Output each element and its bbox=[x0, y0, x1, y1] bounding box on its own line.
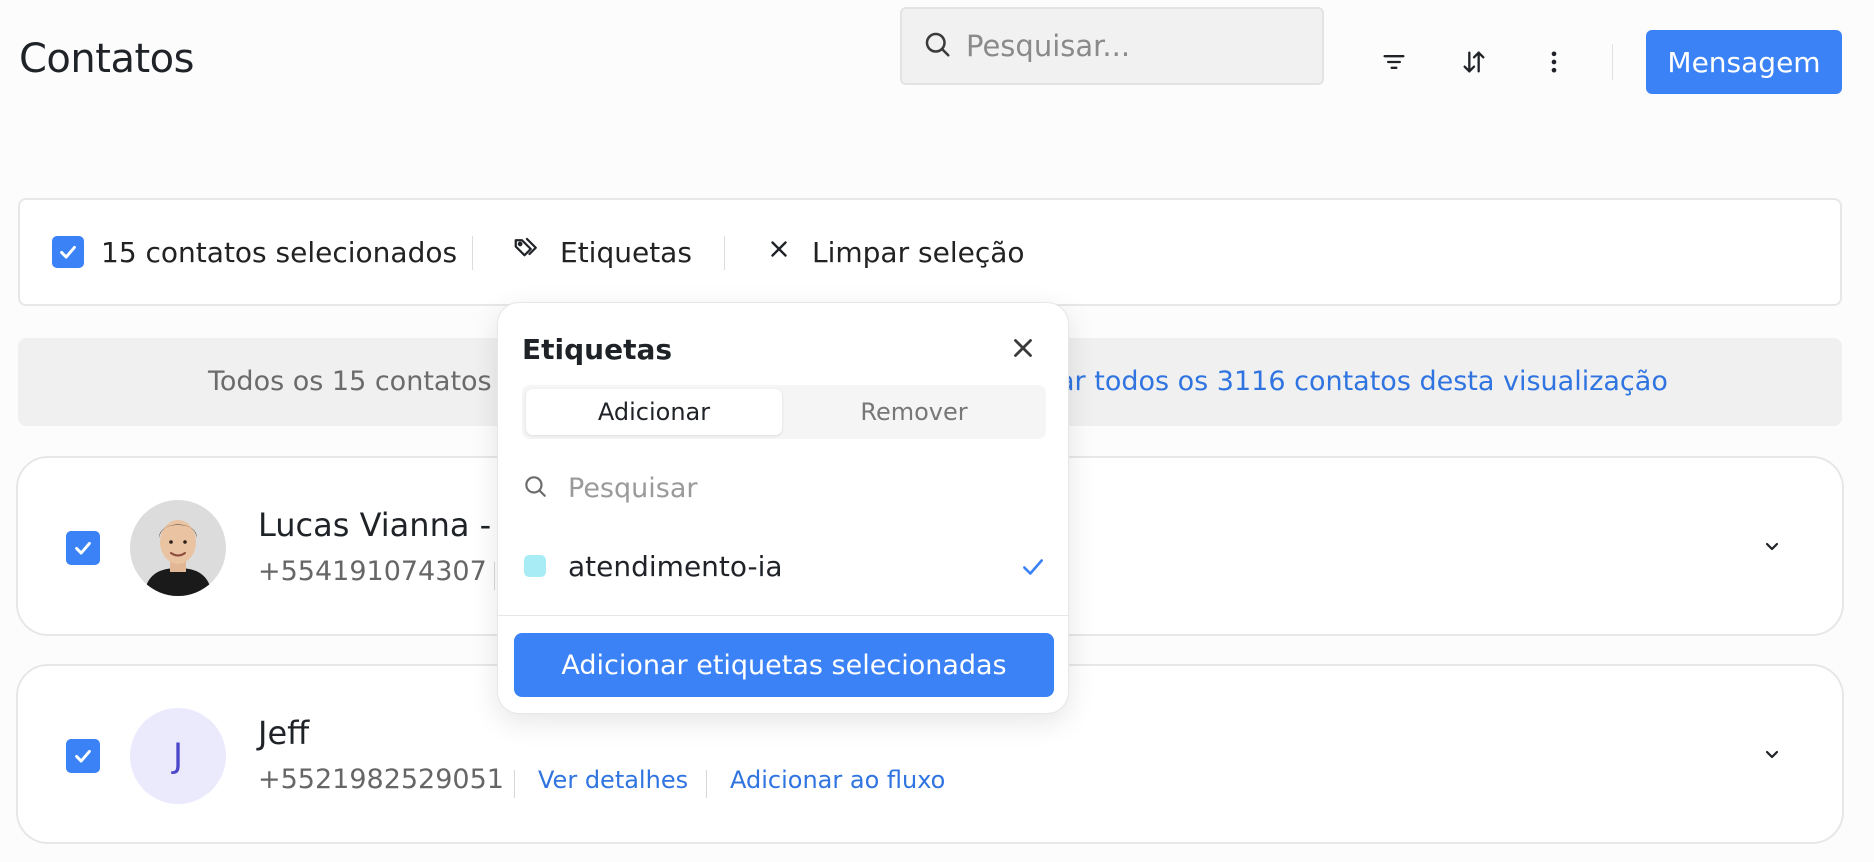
row-checkbox[interactable] bbox=[66, 531, 100, 565]
add-selected-tags-button[interactable]: Adicionar etiquetas selecionadas bbox=[514, 633, 1054, 697]
select-all-control[interactable]: 15 contatos selecionados bbox=[52, 200, 457, 304]
page-title: Contatos bbox=[19, 36, 194, 82]
popover-divider bbox=[498, 615, 1068, 616]
search-input[interactable] bbox=[966, 29, 1306, 63]
avatar bbox=[130, 500, 226, 596]
clear-selection-button[interactable]: Limpar seleção bbox=[766, 200, 1025, 304]
select-all-checkbox[interactable] bbox=[52, 236, 84, 268]
avatar: J bbox=[130, 708, 226, 804]
row-divider bbox=[706, 770, 707, 798]
selection-divider bbox=[724, 236, 725, 270]
search-box[interactable] bbox=[900, 7, 1324, 85]
clear-selection-label: Limpar seleção bbox=[812, 235, 1025, 269]
selected-count-label: 15 contatos selecionados bbox=[101, 235, 458, 269]
row-divider bbox=[514, 770, 515, 798]
chevron-down-icon[interactable] bbox=[1760, 742, 1784, 766]
search-icon bbox=[922, 29, 952, 63]
row-checkbox[interactable] bbox=[66, 739, 100, 773]
check-icon bbox=[1023, 559, 1043, 575]
selection-divider bbox=[472, 236, 473, 270]
contact-phone: +554191074307 bbox=[258, 556, 487, 587]
tag-label: atendimento-ia bbox=[568, 549, 783, 583]
close-icon bbox=[766, 236, 792, 269]
search-icon bbox=[522, 473, 548, 503]
tag-search-input[interactable] bbox=[568, 472, 1028, 504]
selection-bar: 15 contatos selecionados Etiquetas Limpa… bbox=[18, 198, 1842, 306]
tab-add[interactable]: Adicionar bbox=[526, 389, 782, 435]
add-to-flow-link[interactable]: Adicionar ao fluxo bbox=[730, 766, 945, 794]
tag-search[interactable] bbox=[522, 463, 1046, 513]
contact-name: Jeff bbox=[258, 714, 310, 752]
sort-icon[interactable] bbox=[1454, 42, 1494, 82]
tag-icon bbox=[512, 234, 542, 271]
toolbar-divider bbox=[1612, 44, 1613, 80]
tab-remove[interactable]: Remover bbox=[786, 389, 1042, 435]
tag-option[interactable]: atendimento-ia bbox=[522, 541, 1046, 591]
tag-mode-tabs: Adicionar Remover bbox=[522, 385, 1046, 439]
more-vertical-icon[interactable] bbox=[1534, 42, 1574, 82]
tags-button-label: Etiquetas bbox=[560, 235, 692, 269]
banner-text: Todos os 15 contatos de bbox=[208, 366, 534, 397]
chevron-down-icon[interactable] bbox=[1760, 534, 1784, 558]
tag-color-swatch bbox=[524, 555, 546, 577]
tags-button[interactable]: Etiquetas bbox=[512, 200, 692, 304]
close-icon[interactable] bbox=[1008, 333, 1038, 363]
popover-title: Etiquetas bbox=[522, 333, 673, 366]
filter-icon[interactable] bbox=[1374, 42, 1414, 82]
avatar-initial: J bbox=[172, 736, 184, 776]
contact-name: Lucas Vianna - L bbox=[258, 506, 520, 544]
tags-popover: Etiquetas Adicionar Remover atendimento-… bbox=[497, 302, 1069, 714]
select-all-link[interactable]: ar todos os 3116 contatos desta visualiz… bbox=[1058, 366, 1668, 397]
message-button[interactable]: Mensagem bbox=[1646, 30, 1842, 94]
view-details-link[interactable]: Ver detalhes bbox=[538, 766, 688, 794]
row-divider bbox=[494, 562, 495, 590]
contact-phone: +5521982529051 bbox=[258, 764, 504, 795]
